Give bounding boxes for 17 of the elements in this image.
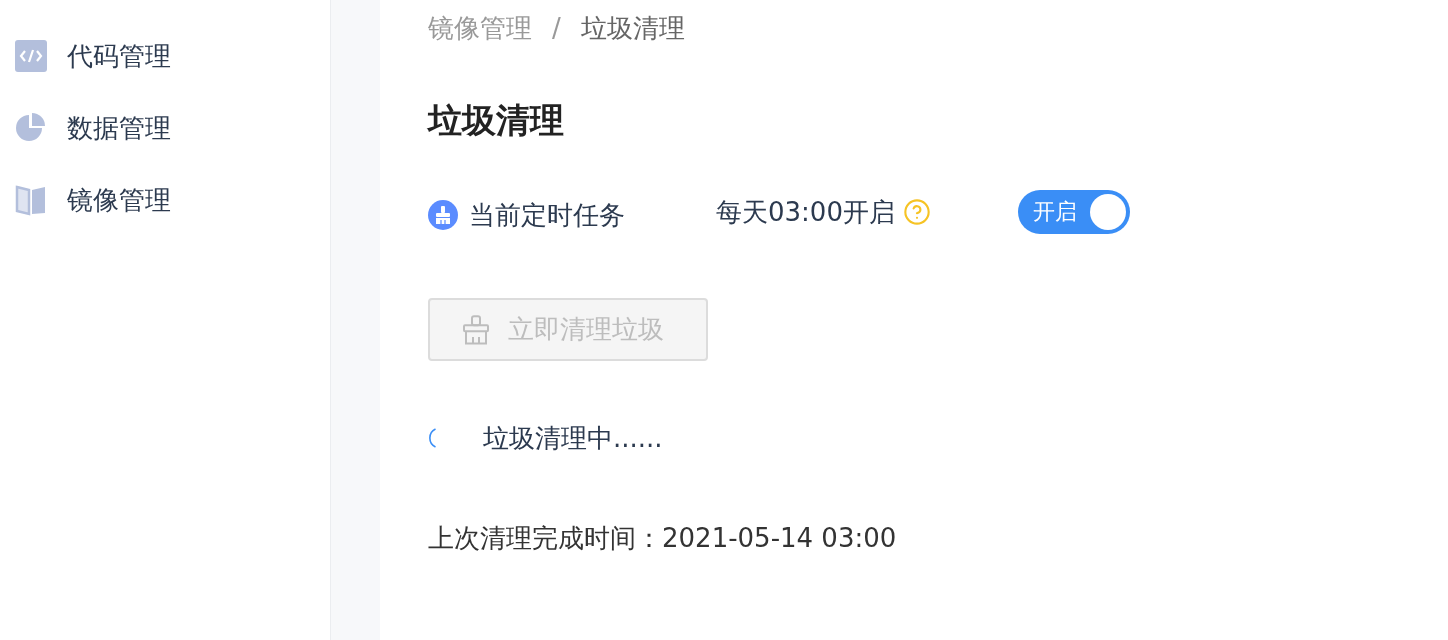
- last-cleaned-time: 上次清理完成时间：2021-05-14 03:00: [428, 522, 897, 555]
- sidebar-item[interactable]: 代码管理: [0, 20, 330, 92]
- pie-chart-icon: [15, 112, 47, 144]
- breadcrumb-current-page: 垃圾清理: [580, 11, 685, 45]
- sidebar-item[interactable]: 数据管理: [0, 92, 330, 164]
- book-icon: [15, 184, 47, 216]
- switch-knob: [1090, 194, 1126, 230]
- code-icon: [15, 40, 47, 72]
- breadcrumb-separator: /: [552, 13, 561, 43]
- schedule-value: 每天03:00开启: [716, 195, 895, 229]
- page-title: 垃圾清理: [428, 99, 564, 142]
- broom-icon: [428, 200, 458, 230]
- help-icon[interactable]: [902, 198, 931, 226]
- sidebar-item[interactable]: 镜像管理: [0, 164, 330, 236]
- broom-icon: [462, 314, 490, 345]
- status-text: 垃圾清理中......: [483, 421, 663, 455]
- schedule-label: 当前定时任务: [469, 198, 625, 232]
